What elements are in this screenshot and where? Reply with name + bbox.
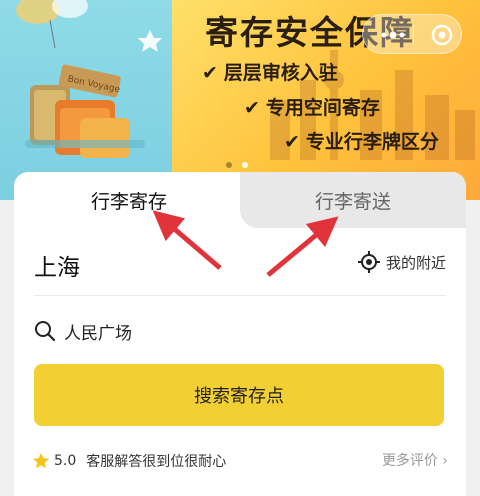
review-summary: 5.0 客服解答很到位很耐心 更多评价 › [32,450,448,472]
more-icon[interactable] [381,28,405,42]
search-storage-button[interactable]: 搜索寄存点 [34,364,444,426]
check-icon: ✔ [244,97,260,119]
tab-luggage-storage[interactable]: 行李寄存 [14,172,244,228]
search-input[interactable]: 人民广场 [34,314,446,348]
capsule-divider [413,25,414,45]
search-value: 人民广场 [64,323,132,344]
promo-banner[interactable]: Bon Voyage 寄存安全保障 ✔ 层层审核入驻 ✔ 专用空间寄存 ✔ 专业行李牌… [0,0,480,200]
carousel-indicator [226,153,258,172]
banner-feature-3: ✔ 专业行李牌区分 [284,131,439,153]
tab-luggage-delivery[interactable]: 行李寄送 [240,172,466,228]
check-icon: ✔ [284,131,300,153]
banner-illustration: Bon Voyage [0,0,175,200]
banner-feature-2: ✔ 专用空间寄存 [244,97,380,119]
more-reviews-link[interactable]: 更多评价 › [382,450,448,470]
star-icon [33,453,49,469]
rating-score: 5.0 [54,453,77,469]
close-miniprogram-icon[interactable] [431,24,453,46]
banner-feature-1: ✔ 层层审核入驻 [202,62,338,84]
search-icon [35,321,56,342]
miniprogram-capsule [362,14,462,54]
locate-icon [357,251,380,273]
carousel-dot [226,162,232,168]
search-card: 行李寄存 行李寄送 上海 我的附近 人民广场 搜索寄存点 5.0 客服解答很到位… [14,172,466,496]
nearby-button[interactable]: 我的附近 [357,251,446,273]
nearby-label: 我的附近 [385,253,446,272]
review-text: 客服解答很到位很耐心 [86,454,227,470]
city-selector[interactable]: 上海 [34,248,80,282]
location-row: 上海 我的附近 [34,248,446,296]
check-icon: ✔ [202,62,218,84]
carousel-dot-active [242,162,248,168]
